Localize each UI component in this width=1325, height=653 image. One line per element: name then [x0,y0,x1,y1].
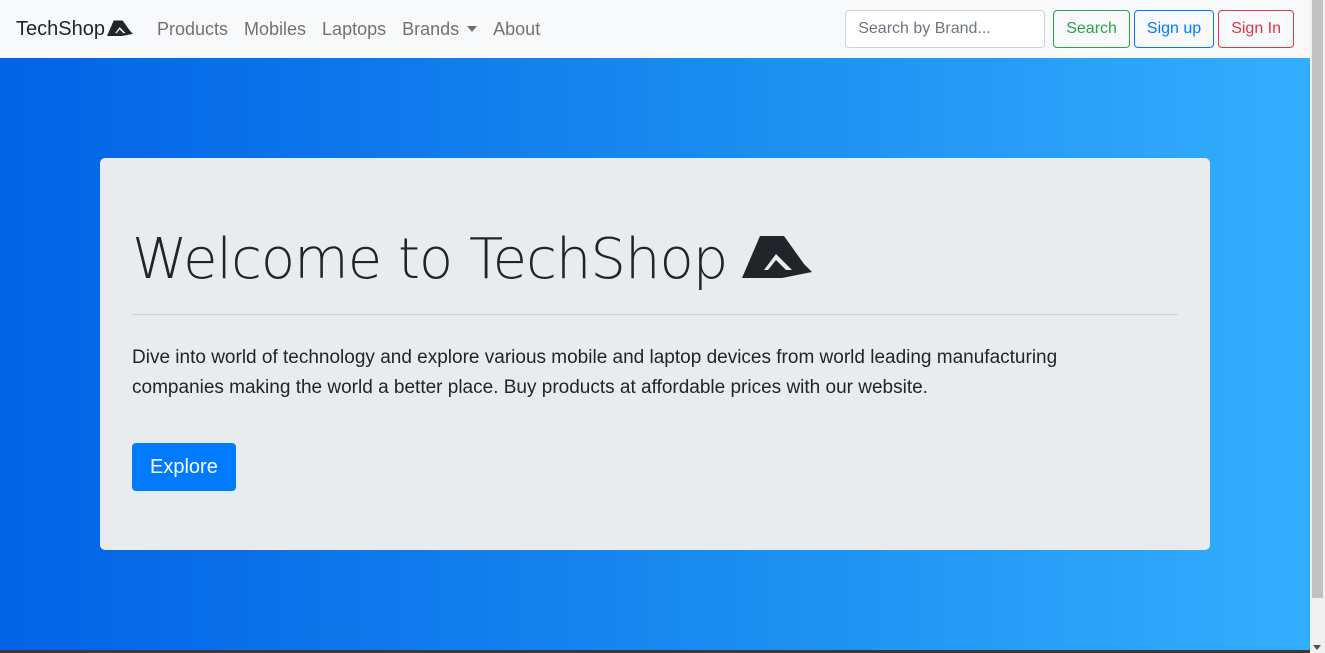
nav-link-products[interactable]: Products [149,11,236,48]
nav-link-brands-label: Brands [402,18,460,39]
brand-link[interactable]: TechShop [16,18,133,41]
nav-search-form: Search Sign up Sign In [845,10,1294,48]
sign-in-button[interactable]: Sign In [1218,10,1294,48]
search-input[interactable] [845,10,1046,48]
navbar: TechShop Products Mobiles Laptops Brands… [0,0,1310,58]
hero-section: Welcome to TechShop Dive into world of t… [0,58,1310,653]
lead-paragraph: Dive into world of technology and explor… [132,347,1058,398]
nav-dropdown-brands[interactable]: Brands [394,11,485,48]
jumbotron: Welcome to TechShop Dive into world of t… [100,158,1210,550]
nav-link-mobiles[interactable]: Mobiles [236,11,314,48]
scroll-down-arrow-icon[interactable] [1313,645,1321,650]
page-title-text: Welcome to TechShop [132,226,728,292]
search-button[interactable]: Search [1053,10,1130,48]
techshop-logo-icon [742,236,813,278]
caret-down-icon [467,26,478,32]
techshop-logo-icon [106,20,133,37]
nav-link-about[interactable]: About [485,11,548,48]
vertical-scrollbar[interactable] [1310,0,1325,653]
brand-name: TechShop [16,17,105,40]
sign-up-button[interactable]: Sign up [1133,10,1215,48]
divider [132,314,1178,315]
explore-button[interactable]: Explore [132,443,236,491]
page-title: Welcome to TechShop [132,222,1178,296]
nav-link-laptops[interactable]: Laptops [314,11,394,48]
scrollbar-thumb[interactable] [1312,0,1323,598]
